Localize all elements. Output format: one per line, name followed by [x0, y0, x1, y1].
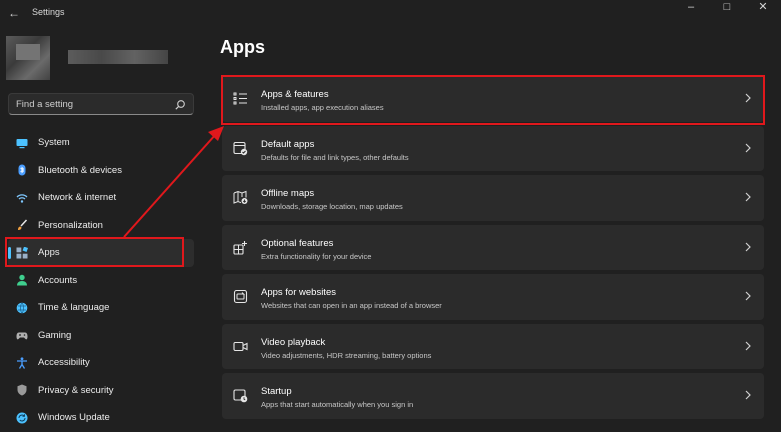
card-title: Apps for websites [261, 287, 336, 298]
video-icon [233, 341, 248, 351]
card-description: Extra functionality for your device [261, 251, 372, 261]
card-title: Offline maps [261, 188, 315, 199]
app-title: Settings [32, 7, 65, 17]
card-title: Startup [261, 386, 292, 397]
sidebar-item-label: Time & language [38, 302, 110, 314]
profile-name-blurred [68, 50, 168, 64]
card-video-playback[interactable]: Video playback Video adjustments, HDR st… [222, 323, 764, 369]
brush-icon [18, 219, 28, 231]
page-title: Apps [220, 37, 265, 57]
wifi-icon [16, 194, 28, 203]
card-title: Optional features [261, 237, 334, 249]
card-description: Defaults for file and link types, other … [261, 152, 409, 162]
map-icon [233, 190, 248, 204]
card-optional-features[interactable]: Optional features Extra functionality fo… [222, 224, 764, 270]
search-icon[interactable] [174, 99, 186, 111]
chevron-right-icon [745, 192, 751, 202]
update-icon [16, 412, 28, 424]
chevron-right-icon [745, 291, 751, 301]
search-input[interactable] [16, 99, 166, 110]
card-default-apps[interactable]: Default apps Defaults for file and link … [222, 125, 764, 171]
chevron-right-icon [745, 143, 751, 152]
card-description: Apps that start automatically when you s… [261, 400, 414, 409]
bluetooth-icon [18, 164, 26, 176]
sidebar-item-label: Network & internet [38, 192, 117, 204]
sidebar-item-system[interactable]: System [8, 129, 194, 157]
title-bar: ← Settings – □ ✕ [0, 0, 781, 26]
avatar [6, 36, 50, 80]
card-title: Apps & features [261, 89, 329, 100]
minimize-icon[interactable]: – [673, 0, 709, 16]
sidebar-item-apps[interactable]: Apps [8, 239, 194, 267]
sidebar-item-label: Apps [38, 247, 60, 259]
sidebar-nav: System Bluetooth & devices Network & int… [8, 129, 194, 432]
card-description: Installed apps, app execution aliases [261, 103, 384, 112]
accessibility-icon [17, 357, 27, 369]
gamepad-icon [16, 332, 28, 340]
sidebar-item-label: Accounts [38, 274, 78, 286]
window-controls: – □ ✕ [673, 0, 781, 18]
sidebar-item-time-language[interactable]: Time & language [8, 294, 194, 322]
chevron-right-icon [745, 242, 751, 251]
sidebar-item-accounts[interactable]: Accounts [8, 267, 194, 295]
globe-icon [16, 302, 28, 314]
default-apps-icon [233, 141, 248, 155]
chevron-right-icon [745, 93, 751, 103]
chevron-right-icon [745, 341, 751, 350]
sidebar-item-label: Personalization [38, 219, 103, 231]
startup-icon [233, 389, 248, 403]
shield-icon [17, 384, 27, 396]
sidebar-item-privacy-security[interactable]: Privacy & security [8, 377, 194, 405]
sidebar-item-network[interactable]: Network & internet [8, 184, 194, 212]
sidebar-item-personalization[interactable]: Personalization [8, 212, 194, 240]
sidebar-item-accessibility[interactable]: Accessibility [8, 349, 194, 377]
card-title: Video playback [261, 336, 326, 348]
system-icon [16, 138, 28, 148]
optional-features-icon [233, 240, 247, 255]
list-icon [233, 92, 247, 105]
sidebar-item-label: Gaming [38, 329, 72, 341]
back-arrow-icon[interactable]: ← [6, 5, 22, 21]
website-app-icon [233, 289, 248, 304]
sidebar-item-label: System [38, 137, 70, 149]
card-startup[interactable]: Startup Apps that start automatically wh… [222, 373, 764, 419]
close-icon[interactable]: ✕ [745, 0, 781, 16]
apps-icon [16, 246, 28, 259]
card-description: Websites that can open in an app instead… [261, 301, 442, 310]
apps-settings-list: Apps & features Installed apps, app exec… [222, 76, 764, 423]
sidebar-item-label: Bluetooth & devices [38, 164, 122, 176]
sidebar-item-bluetooth[interactable]: Bluetooth & devices [8, 157, 194, 185]
card-offline-maps[interactable]: Offline maps Downloads, storage location… [222, 175, 764, 221]
sidebar-item-windows-update[interactable]: Windows Update [8, 404, 194, 432]
maximize-icon[interactable]: □ [709, 0, 745, 16]
sidebar-item-gaming[interactable]: Gaming [8, 322, 194, 350]
card-apps-for-websites[interactable]: Apps for websites Websites that can open… [222, 274, 764, 320]
card-apps-features[interactable]: Apps & features Installed apps, app exec… [222, 76, 764, 122]
user-profile[interactable] [6, 36, 176, 82]
card-title: Default apps [261, 138, 315, 150]
person-icon [17, 275, 27, 286]
card-description: Downloads, storage location, map updates [261, 202, 403, 211]
sidebar-item-label: Accessibility [38, 357, 90, 369]
search-box[interactable] [8, 93, 194, 115]
sidebar-item-label: Privacy & security [38, 384, 114, 396]
card-description: Video adjustments, HDR streaming, batter… [261, 350, 432, 360]
sidebar-item-label: Windows Update [38, 412, 110, 424]
chevron-right-icon [745, 390, 751, 400]
